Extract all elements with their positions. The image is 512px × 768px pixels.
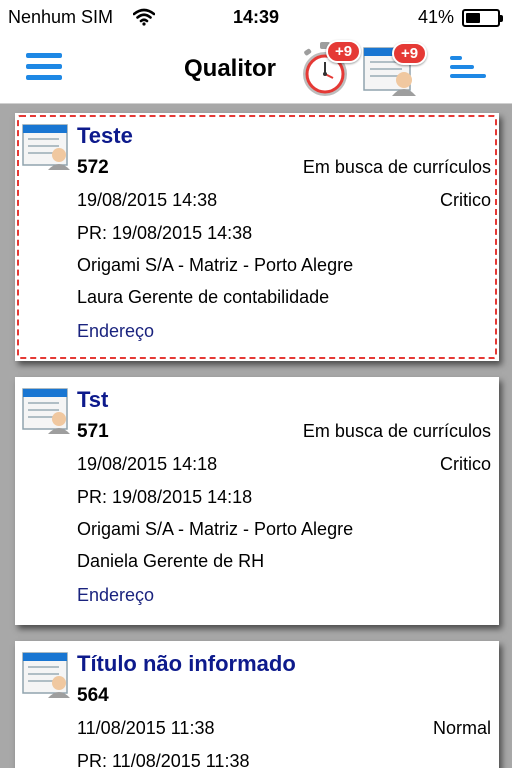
ticket-company: Origami S/A - Matriz - Porto Alegre: [77, 519, 354, 539]
ticket-form-icon: [22, 652, 70, 698]
ticket-date: 19/08/2015 14:38: [77, 190, 218, 210]
ticket-contact: Laura Gerente de contabilidade: [77, 287, 330, 307]
ticket-pr-date: PR: 19/08/2015 14:18: [77, 487, 253, 507]
ticket-number: 571: [77, 421, 109, 442]
ticket-status: Em busca de currículos: [302, 421, 491, 441]
ticket-list[interactable]: Teste 572 Em busca de currículos 19/08/2…: [0, 105, 512, 768]
battery-icon: [462, 9, 503, 27]
hamburger-icon: [26, 53, 62, 58]
ticket-priority: Normal: [432, 718, 491, 738]
ticket-date: 11/08/2015 11:38: [77, 718, 215, 738]
nav-bar: Qualitor +9 +9: [0, 36, 512, 104]
sort-button[interactable]: [450, 56, 486, 80]
stopwatch-button[interactable]: +9: [296, 38, 364, 98]
ticket-priority: Critico: [439, 454, 491, 474]
sort-icon: [450, 56, 462, 60]
ticket-contact: Daniela Gerente de RH: [77, 551, 265, 571]
ticket-title: Título não informado: [77, 651, 296, 676]
ticket-company: Origami S/A - Matriz - Porto Alegre: [77, 255, 354, 275]
ticket-priority: Critico: [439, 190, 491, 210]
page-title: Qualitor: [184, 55, 277, 82]
ticket-title: Tst: [77, 387, 109, 412]
status-bar: Nenhum SIM 14:39 41%: [0, 0, 512, 36]
address-link[interactable]: Endereço: [77, 585, 154, 605]
ticket-number: 564: [77, 685, 109, 706]
ticket-form-icon: [22, 388, 70, 434]
ticket-status: Em busca de currículos: [302, 157, 491, 177]
stopwatch-badge: +9: [326, 40, 362, 63]
ticket-card[interactable]: Tst 571 Em busca de currículos 19/08/201…: [15, 377, 499, 625]
ticket-form-icon: [22, 124, 70, 170]
address-link[interactable]: Endereço: [77, 321, 154, 341]
ticket-card[interactable]: Título não informado 564 11/08/2015 11:3…: [15, 641, 499, 768]
ticket-card[interactable]: Teste 572 Em busca de currículos 19/08/2…: [15, 113, 499, 361]
battery-percentage: 41%: [417, 7, 454, 27]
ticket-title: Teste: [77, 123, 133, 148]
ticket-pr-date: PR: 11/08/2015 11:38: [77, 751, 250, 768]
ticket-number: 572: [77, 157, 109, 178]
hamburger-menu-button[interactable]: [26, 53, 62, 81]
ticket-list-button[interactable]: +9: [362, 40, 440, 98]
ticket-list-badge: +9: [392, 42, 428, 65]
ticket-date: 19/08/2015 14:18: [77, 454, 218, 474]
ticket-pr-date: PR: 19/08/2015 14:38: [77, 223, 253, 243]
